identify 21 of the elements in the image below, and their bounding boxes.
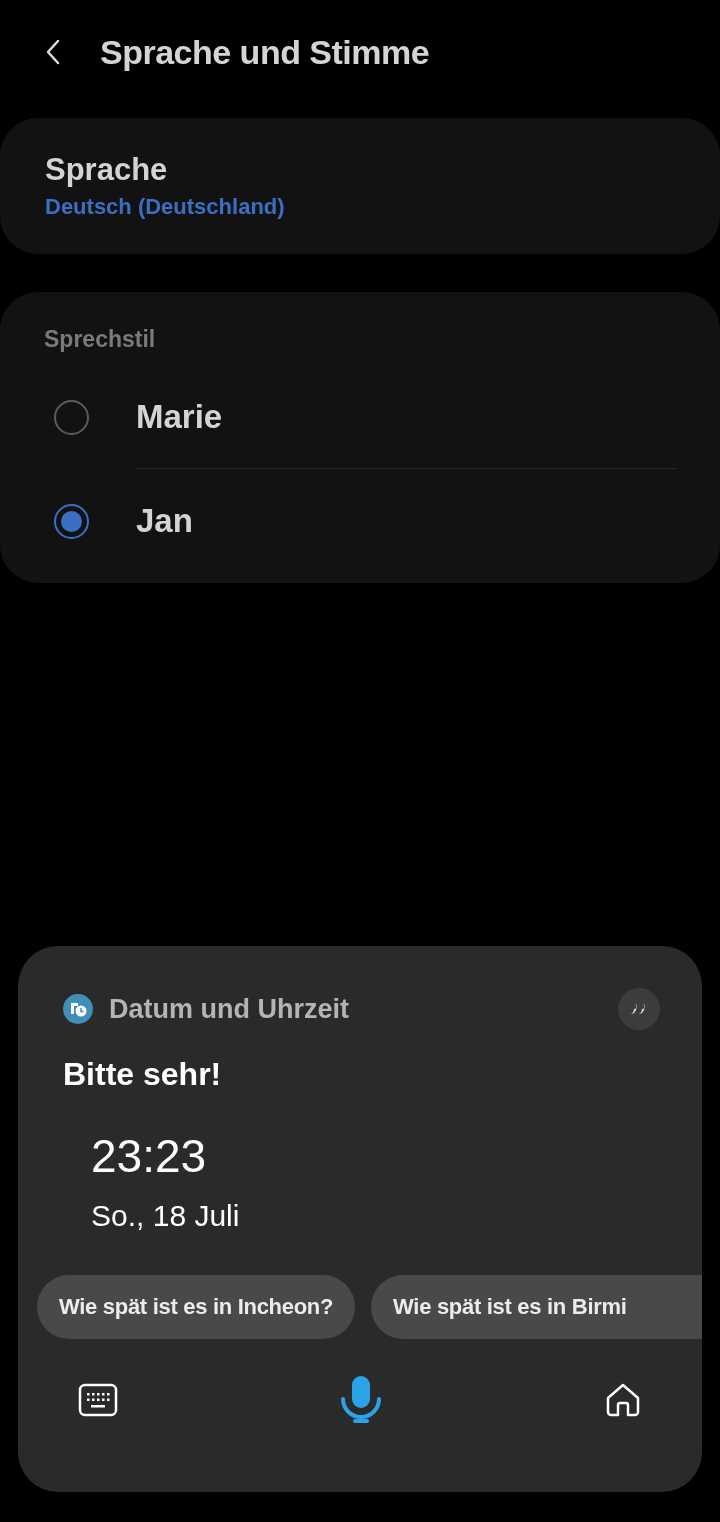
date-text: So., 18 Juli — [91, 1199, 241, 1233]
radio-button[interactable] — [54, 503, 89, 539]
page-title: Sprache und Stimme — [100, 32, 430, 72]
language-setting[interactable]: Sprache Deutsch (Deutschland) — [0, 118, 720, 254]
option-label: Marie — [136, 398, 223, 436]
reply-text: Bitte sehr! — [63, 1056, 223, 1093]
microphone-icon[interactable] — [339, 1375, 383, 1425]
setting-value: Deutsch (Deutschland) — [45, 194, 286, 220]
radio-button[interactable] — [54, 399, 89, 435]
calendar-clock-icon — [63, 994, 93, 1024]
keyboard-icon[interactable] — [78, 1383, 118, 1417]
suggestion-chip[interactable]: Wie spät ist es in Incheon? — [37, 1275, 356, 1339]
time-text: 23:23 — [91, 1129, 208, 1183]
setting-label: Sprache — [45, 152, 169, 188]
quote-icon — [631, 1003, 647, 1015]
suggestion-chip[interactable]: Wie spät ist es in Birmi — [371, 1275, 702, 1339]
section-heading: Sprechstil — [44, 326, 157, 353]
source-label: Datum und Uhrzeit — [109, 993, 350, 1025]
option-label: Jan — [136, 502, 193, 540]
home-icon[interactable] — [604, 1381, 642, 1419]
back-button[interactable] — [46, 39, 60, 65]
